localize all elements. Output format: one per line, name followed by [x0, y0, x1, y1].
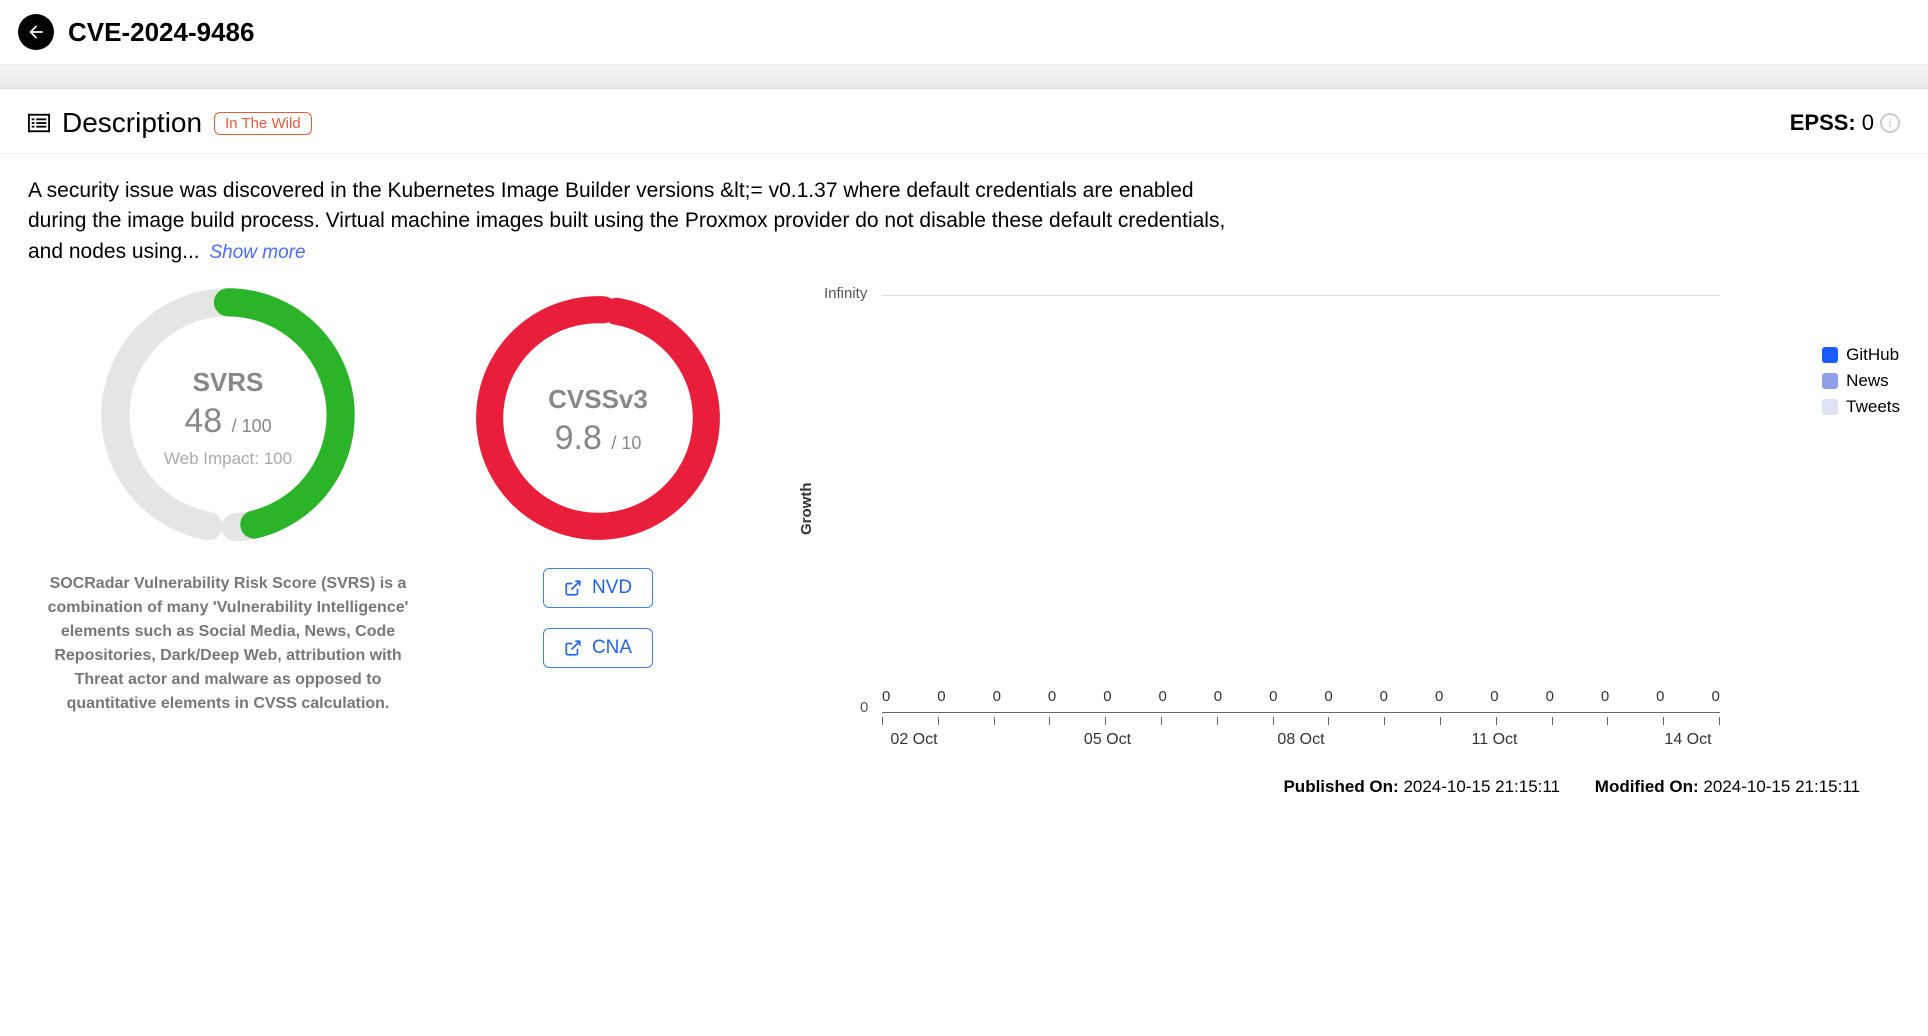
epss-label: EPSS:	[1790, 110, 1856, 136]
description-header: Description In The Wild EPSS: 0 i	[0, 89, 1928, 154]
chart-legend: GitHub News Tweets	[1822, 345, 1900, 423]
description-content: A security issue was discovered in the K…	[28, 179, 1225, 263]
data-labels: 0000000000000000	[882, 688, 1720, 705]
growth-chart: Infinity 0 Growth 0000000000000000 02 Oc…	[768, 285, 1900, 807]
list-icon	[28, 113, 50, 133]
legend-item[interactable]: GitHub	[1822, 345, 1900, 365]
published-value: 2024-10-15 21:15:11	[1403, 777, 1560, 796]
svrs-sub: Web Impact: 100	[164, 449, 292, 469]
plot-area: 0000000000000000 02 Oct05 Oct08 Oct11 Oc…	[882, 295, 1720, 725]
y-top-label: Infinity	[824, 285, 867, 302]
modified-label: Modified On:	[1595, 777, 1699, 796]
svrs-value: 48	[184, 402, 222, 440]
legend-label: Tweets	[1846, 397, 1900, 417]
svrs-gauge: SVRS 48 / 100 Web Impact: 100	[98, 285, 358, 550]
external-link-icon	[564, 639, 582, 657]
published-label: Published On:	[1283, 777, 1398, 796]
section-title: Description	[62, 107, 202, 139]
x-axis-labels: 02 Oct05 Oct08 Oct11 Oct14 Oct	[882, 731, 1720, 749]
y-bottom-label: 0	[860, 699, 868, 716]
cve-title: CVE-2024-9486	[68, 17, 254, 48]
svrs-description: SOCRadar Vulnerability Risk Score (SVRS)…	[28, 572, 428, 716]
legend-swatch	[1822, 399, 1838, 415]
tick-row	[882, 717, 1720, 725]
modified-value: 2024-10-15 21:15:11	[1703, 777, 1860, 796]
cvss-of: / 10	[611, 433, 641, 453]
description-header-left: Description In The Wild	[28, 107, 312, 139]
arrow-left-icon	[26, 22, 46, 42]
sub-header-bar	[0, 65, 1928, 89]
nvd-label: NVD	[592, 577, 632, 599]
cvss-value: 9.8	[555, 419, 602, 457]
metrics-row: SVRS 48 / 100 Web Impact: 100 SOCRadar V…	[0, 277, 1928, 807]
show-more-link[interactable]: Show more	[209, 242, 305, 263]
info-icon[interactable]: i	[1880, 113, 1900, 133]
svrs-title: SVRS	[193, 367, 264, 398]
cna-link[interactable]: CNA	[543, 628, 653, 668]
nvd-link[interactable]: NVD	[543, 568, 653, 608]
legend-label: News	[1846, 371, 1889, 391]
svrs-of: / 100	[232, 416, 272, 436]
description-text: A security issue was discovered in the K…	[0, 154, 1260, 277]
epss-score: EPSS: 0 i	[1790, 110, 1900, 136]
dates-footer: Published On: 2024-10-15 21:15:11 Modifi…	[788, 755, 1900, 807]
svrs-column: SVRS 48 / 100 Web Impact: 100 SOCRadar V…	[28, 285, 428, 807]
cvss-column: CVSSv3 9.8 / 10 NVD CNA	[428, 285, 768, 807]
external-link-icon	[564, 579, 582, 597]
cvss-title: CVSSv3	[548, 384, 648, 415]
legend-label: GitHub	[1846, 345, 1899, 365]
back-button[interactable]	[18, 14, 54, 50]
in-the-wild-badge: In The Wild	[214, 112, 312, 135]
legend-item[interactable]: News	[1822, 371, 1900, 391]
legend-swatch	[1822, 347, 1838, 363]
legend-swatch	[1822, 373, 1838, 389]
legend-item[interactable]: Tweets	[1822, 397, 1900, 417]
page-header: CVE-2024-9486	[0, 0, 1928, 65]
y-axis-label: Growth	[798, 483, 815, 536]
epss-value: 0	[1862, 110, 1874, 136]
cna-label: CNA	[592, 637, 632, 659]
cvss-gauge: CVSSv3 9.8 / 10	[473, 293, 723, 548]
